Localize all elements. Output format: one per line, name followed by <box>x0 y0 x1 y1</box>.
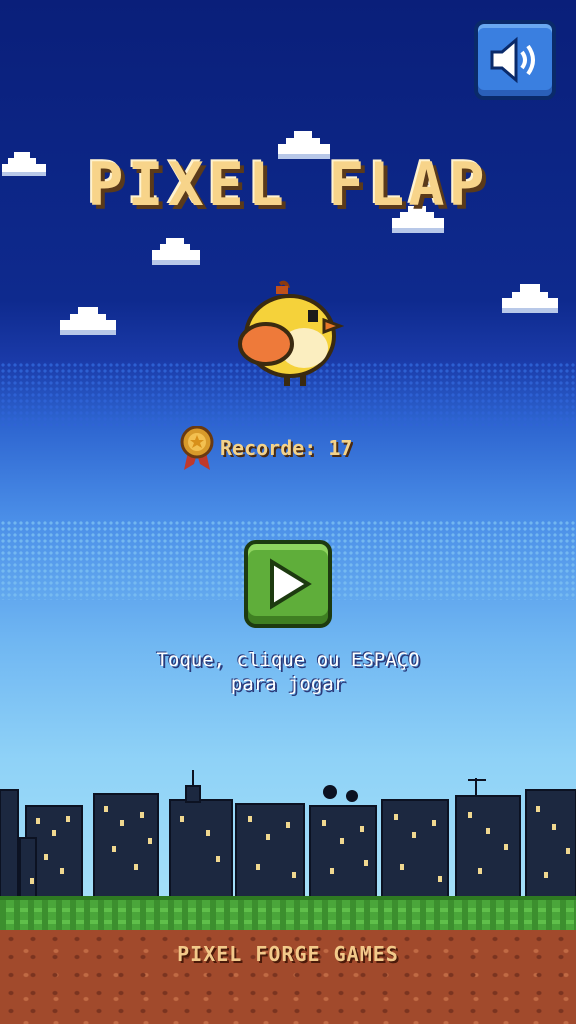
play-icon <box>270 558 312 610</box>
cloud <box>152 238 200 265</box>
city-skyline <box>0 770 576 898</box>
game-scene[interactable]: PIXEL FLAP Recorde: 17 Toque, clique ou … <box>0 0 576 1024</box>
bird-character[interactable] <box>232 280 344 392</box>
play-button[interactable] <box>244 540 332 628</box>
medal-icon <box>180 426 214 470</box>
studio-credit: PIXEL FORGE GAMES <box>177 942 399 966</box>
sound-toggle-button[interactable] <box>474 20 556 100</box>
grass-strip <box>0 896 576 930</box>
speaker-icon <box>490 36 535 84</box>
game-title: PIXEL FLAP <box>87 150 489 220</box>
cloud <box>502 284 558 313</box>
record-label: Recorde: 17 <box>220 436 353 460</box>
instructions-text: Toque, clique ou ESPAÇO para jogar <box>0 648 576 696</box>
instructions-line: Toque, clique ou ESPAÇO <box>156 649 420 671</box>
cloud <box>60 307 116 335</box>
instructions-line: para jogar <box>230 673 346 695</box>
